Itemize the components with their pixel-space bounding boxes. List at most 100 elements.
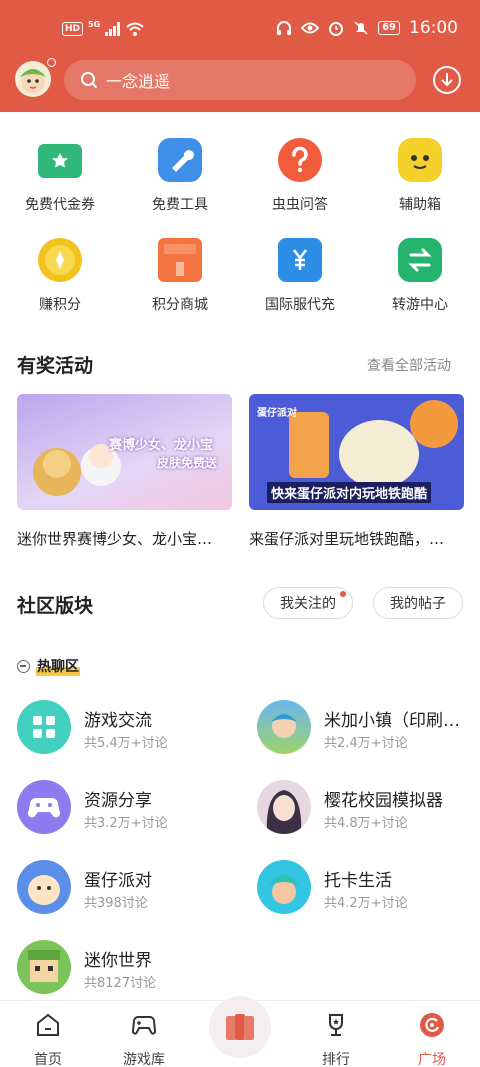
banner-overlay-text: 赛博少女、龙小宝 — [109, 438, 214, 453]
activities-title: 有奖活动 — [17, 355, 94, 377]
search-icon — [81, 72, 98, 89]
gamepad-icon — [131, 1016, 157, 1035]
game-avatar-icon — [257, 780, 311, 834]
forum-item[interactable]: 米加小镇（印刷… 共2.4万+讨论 — [257, 700, 472, 756]
forum-count: 共4.2万+讨论 — [324, 896, 408, 911]
banner-overlay-text: 皮肤免费送 — [157, 456, 218, 470]
activity-banner-2[interactable]: 蛋仔派对 快来蛋仔派对内玩地铁跑酷 — [249, 394, 464, 510]
plaza-icon — [420, 1013, 444, 1037]
wifi-icon — [126, 22, 144, 36]
my-posts-button[interactable]: 我的帖子 — [373, 587, 463, 619]
status-bar: HD 5G 69 16:00 — [0, 0, 480, 58]
tab-label: 游戏库 — [123, 1052, 165, 1067]
trophy-icon — [329, 1014, 343, 1036]
grid-item-intl-topup[interactable]: 国际服代充 — [240, 238, 360, 314]
cards-icon — [226, 1014, 254, 1040]
forum-name: 托卡生活 — [324, 871, 392, 891]
network-indicators: HD 5G — [62, 20, 144, 37]
tab-label: 排行 — [322, 1052, 350, 1067]
forum-item[interactable]: 游戏交流 共5.4万+讨论 — [17, 700, 232, 756]
question-icon — [278, 138, 322, 182]
forum-name: 蛋仔派对 — [84, 871, 152, 891]
network-type: 5G — [88, 20, 101, 29]
grid-item-points-mall[interactable]: 积分商城 — [120, 238, 240, 314]
forum-name: 樱花校园模拟器 — [324, 791, 443, 811]
grid-item-free-tools[interactable]: 免费工具 — [120, 138, 240, 214]
app-header: HD 5G 69 16:00 一念逍遥 — [0, 0, 480, 112]
grid-label: 免费工具 — [152, 197, 208, 213]
forum-count: 共2.4万+讨论 — [324, 736, 408, 751]
forum-count: 共8127讨论 — [84, 976, 157, 991]
grid-label: 免费代金券 — [25, 197, 95, 213]
grid-label: 转游中心 — [392, 297, 448, 313]
forum-count: 共398讨论 — [84, 896, 148, 911]
forum-name: 资源分享 — [84, 791, 152, 811]
grid-icon — [17, 700, 71, 754]
game-avatar-icon — [17, 860, 71, 914]
eye-icon — [301, 22, 320, 34]
grid-item-qa[interactable]: 虫虫问答 — [240, 138, 360, 214]
grid-item-transfer-center[interactable]: 转游中心 — [360, 238, 480, 314]
forum-item[interactable]: 迷你世界 共8127讨论 — [17, 940, 232, 996]
grid-item-earn-points[interactable]: 赚积分 — [0, 238, 120, 314]
tab-label: 首页 — [34, 1052, 62, 1067]
shop-icon — [158, 238, 202, 282]
activity-caption-2[interactable]: 来蛋仔派对里玩地铁跑酷，… — [249, 528, 464, 549]
following-button[interactable]: 我关注的 — [263, 587, 353, 619]
grid-label: 赚积分 — [39, 297, 81, 313]
mute-icon — [354, 21, 368, 35]
hot-chat-label: 热聊区 — [36, 656, 80, 676]
grid-label: 辅助箱 — [399, 197, 441, 213]
banner-overlay-text: 快来蛋仔派对内玩地铁跑酷 — [267, 482, 432, 503]
transfer-icon — [398, 238, 442, 282]
forum-item[interactable]: 资源分享 共3.2万+讨论 — [17, 780, 232, 836]
game-avatar-icon — [17, 940, 71, 994]
grid-item-vouchers[interactable]: 免费代金券 — [0, 138, 120, 214]
forum-item[interactable]: 樱花校园模拟器 共4.8万+讨论 — [257, 780, 472, 836]
forum-count: 共3.2万+讨论 — [84, 816, 168, 831]
ticket-icon — [38, 144, 82, 178]
game-avatar-icon — [257, 700, 311, 754]
tab-game-library[interactable]: 游戏库 — [96, 1011, 192, 1067]
community-title: 社区版块 — [17, 595, 94, 617]
forum-name: 迷你世界 — [84, 951, 152, 971]
view-all-activities-link[interactable]: 查看全部活动 — [367, 355, 451, 375]
download-icon[interactable] — [432, 65, 462, 95]
search-placeholder: 一念逍遥 — [106, 72, 171, 91]
user-avatar[interactable] — [15, 61, 51, 97]
grid-label: 虫虫问答 — [272, 197, 328, 213]
forum-count: 共4.8万+讨论 — [324, 816, 408, 831]
tab-home[interactable]: 首页 — [0, 1011, 96, 1067]
tab-label: 广场 — [418, 1052, 446, 1067]
alarm-icon — [329, 22, 344, 36]
forum-name: 游戏交流 — [84, 711, 152, 731]
grid-label: 积分商城 — [152, 297, 208, 313]
forum-count: 共5.4万+讨论 — [84, 736, 168, 751]
clock: 16:00 — [409, 18, 458, 38]
tab-plaza[interactable]: 广场 — [384, 1011, 480, 1067]
search-bar[interactable]: 一念逍遥 — [64, 60, 416, 100]
activity-caption-1[interactable]: 迷你世界赛博少女、龙小宝… — [17, 528, 232, 549]
signal-icon — [105, 21, 121, 36]
home-icon — [37, 1013, 59, 1036]
center-action-button[interactable] — [209, 996, 271, 1058]
status-icons: 69 16:00 — [276, 18, 458, 38]
grid-item-helper-box[interactable]: 辅助箱 — [360, 138, 480, 214]
robot-icon — [398, 138, 442, 182]
hot-chat-section-header[interactable]: 热聊区 — [17, 656, 80, 676]
forum-item[interactable]: 蛋仔派对 共398讨论 — [17, 860, 232, 916]
hd-badge: HD — [62, 21, 84, 36]
gamepad-icon — [17, 780, 71, 834]
following-label: 我关注的 — [280, 596, 336, 612]
notification-dot — [340, 591, 346, 597]
forum-item[interactable]: 托卡生活 共4.2万+讨论 — [257, 860, 472, 916]
activity-banner-1[interactable]: 赛博少女、龙小宝 皮肤免费送 — [17, 394, 232, 510]
wallet-icon — [278, 238, 322, 282]
forum-name: 米加小镇（印刷… — [324, 711, 460, 731]
tab-ranking[interactable]: 排行 — [288, 1011, 384, 1067]
notification-dot — [47, 58, 56, 67]
my-posts-label: 我的帖子 — [390, 596, 446, 612]
battery-indicator: 69 — [378, 21, 400, 35]
toolbox-icon — [158, 138, 202, 182]
grid-label: 国际服代充 — [265, 297, 335, 313]
